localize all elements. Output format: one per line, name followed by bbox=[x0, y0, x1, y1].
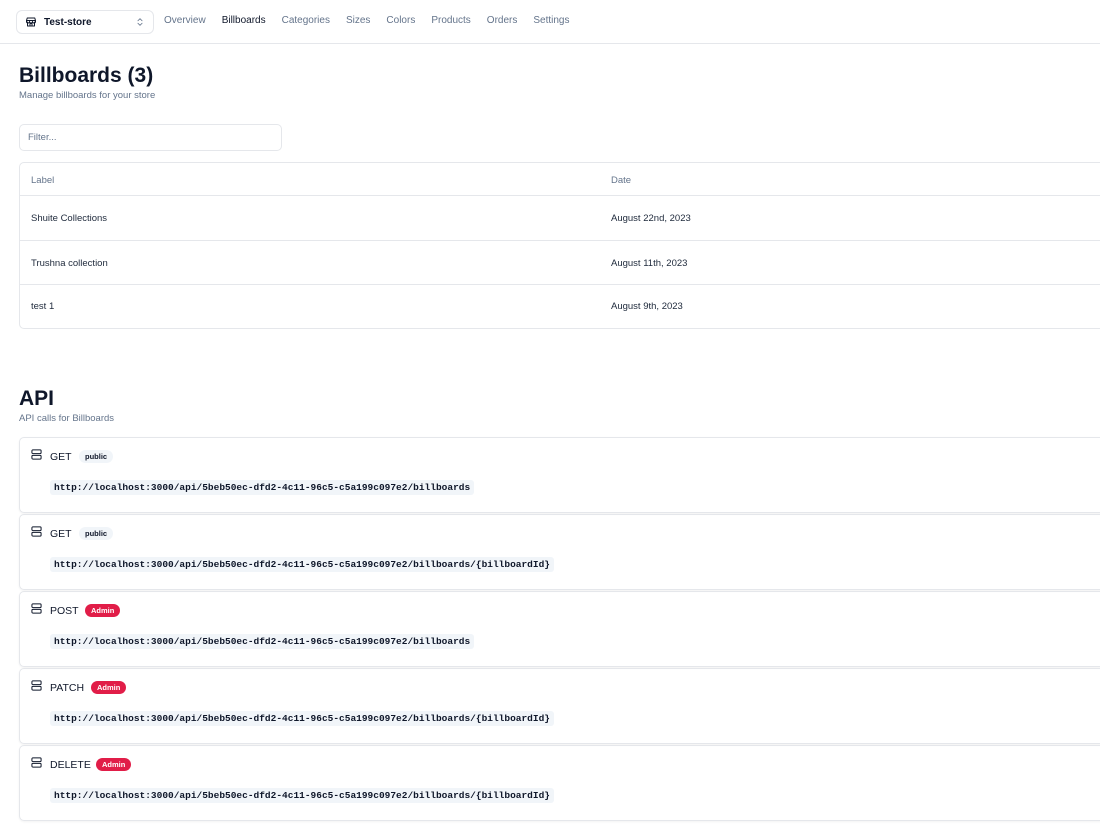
column-header-date[interactable]: Date bbox=[611, 175, 631, 186]
main-nav: Overview Billboards Categories Sizes Col… bbox=[164, 15, 586, 26]
api-alert-card: GET public http://localhost:3000/api/5be… bbox=[19, 514, 1100, 590]
api-method: POST bbox=[50, 605, 79, 617]
store-icon bbox=[25, 16, 37, 28]
store-switcher[interactable]: Test-store bbox=[16, 10, 154, 34]
nav-orders[interactable]: Orders bbox=[487, 15, 518, 26]
api-alert-card: GET public http://localhost:3000/api/5be… bbox=[19, 437, 1100, 513]
server-icon bbox=[31, 526, 42, 537]
nav-products[interactable]: Products bbox=[431, 15, 470, 26]
api-title: API bbox=[19, 387, 55, 410]
api-method: DELETE bbox=[50, 759, 91, 771]
admin-badge: Admin bbox=[91, 681, 127, 694]
nav-sizes[interactable]: Sizes bbox=[346, 15, 370, 26]
admin-badge: Admin bbox=[85, 604, 121, 617]
api-endpoint[interactable]: http://localhost:3000/api/5beb50ec-dfd2-… bbox=[50, 557, 554, 572]
server-icon bbox=[31, 603, 42, 614]
filter-input[interactable] bbox=[19, 124, 282, 151]
column-header-label[interactable]: Label bbox=[31, 175, 54, 186]
page-subtitle: Manage billboards for your store bbox=[19, 90, 156, 101]
server-icon bbox=[31, 757, 42, 768]
api-endpoint[interactable]: http://localhost:3000/api/5beb50ec-dfd2-… bbox=[50, 480, 475, 495]
row-date: August 11th, 2023 bbox=[611, 258, 688, 269]
api-method: GET bbox=[50, 528, 72, 540]
api-subtitle: API calls for Billboards bbox=[19, 413, 115, 424]
server-icon bbox=[31, 449, 42, 460]
table-row[interactable]: test 1 August 9th, 2023 bbox=[20, 285, 1100, 328]
row-label: Trushna collection bbox=[31, 258, 108, 269]
api-endpoint[interactable]: http://localhost:3000/api/5beb50ec-dfd2-… bbox=[50, 634, 475, 649]
admin-badge: Admin bbox=[96, 758, 132, 771]
api-method: PATCH bbox=[50, 682, 85, 694]
public-badge: public bbox=[79, 450, 114, 463]
billboards-table: Label Date Shuite Collections August 22n… bbox=[19, 162, 1100, 329]
store-name: Test-store bbox=[44, 16, 92, 28]
api-endpoint[interactable]: http://localhost:3000/api/5beb50ec-dfd2-… bbox=[50, 711, 554, 726]
nav-billboards[interactable]: Billboards bbox=[222, 15, 266, 26]
public-badge: public bbox=[79, 527, 114, 540]
top-navbar: Test-store Overview Billboards Categorie… bbox=[0, 0, 1100, 44]
nav-categories[interactable]: Categories bbox=[282, 15, 330, 26]
nav-settings[interactable]: Settings bbox=[533, 15, 569, 26]
api-alert-card: POST Admin http://localhost:3000/api/5be… bbox=[19, 591, 1100, 667]
api-alert-card: PATCH Admin http://localhost:3000/api/5b… bbox=[19, 668, 1100, 744]
api-method: GET bbox=[50, 451, 72, 463]
row-date: August 9th, 2023 bbox=[611, 301, 683, 312]
table-row[interactable]: Trushna collection August 11th, 2023 bbox=[20, 241, 1100, 285]
api-endpoint[interactable]: http://localhost:3000/api/5beb50ec-dfd2-… bbox=[50, 788, 554, 803]
table-header-row: Label Date bbox=[20, 163, 1100, 196]
nav-colors[interactable]: Colors bbox=[386, 15, 415, 26]
chevrons-up-down-icon bbox=[135, 16, 145, 28]
table-row[interactable]: Shuite Collections August 22nd, 2023 bbox=[20, 196, 1100, 241]
page-title: Billboards (3) bbox=[19, 64, 154, 87]
api-alert-card: DELETE Admin http://localhost:3000/api/5… bbox=[19, 745, 1100, 821]
row-date: August 22nd, 2023 bbox=[611, 213, 691, 224]
nav-overview[interactable]: Overview bbox=[164, 15, 206, 26]
server-icon bbox=[31, 680, 42, 691]
row-label: Shuite Collections bbox=[31, 213, 108, 224]
row-label: test 1 bbox=[31, 301, 55, 312]
